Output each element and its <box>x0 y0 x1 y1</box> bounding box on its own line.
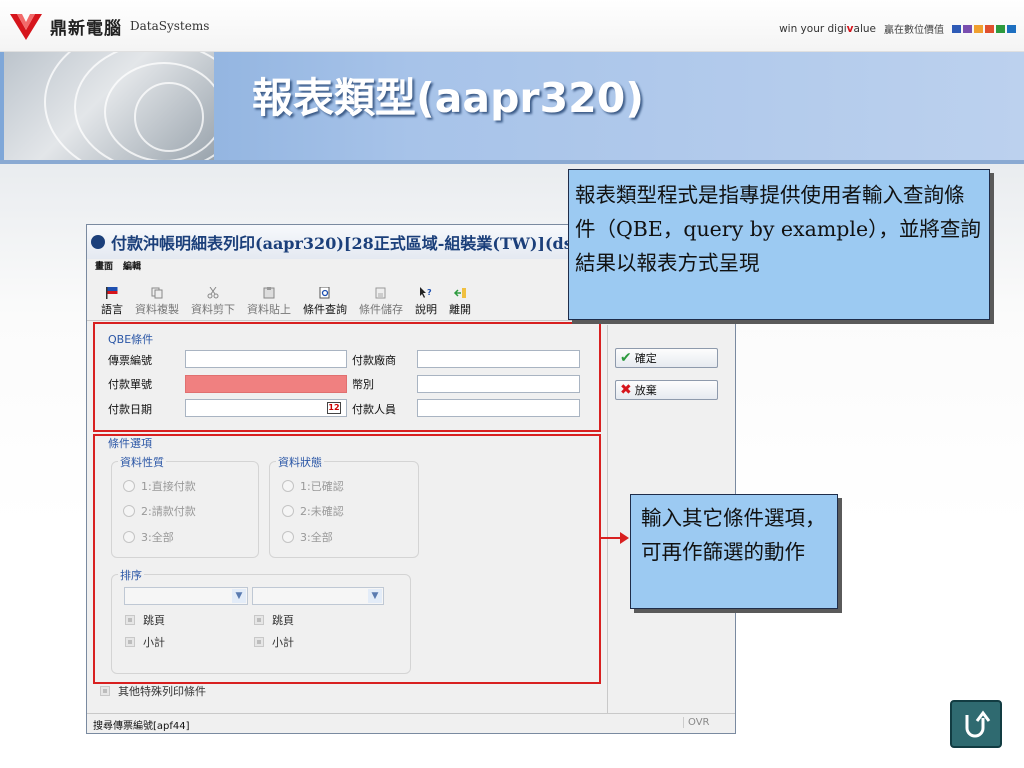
slide-header: 鼎新電腦 DataSystems win your digi v alue 贏在數位… <box>0 0 1024 52</box>
save-condition-icon <box>375 287 386 299</box>
callout-arrow-line <box>600 537 622 539</box>
help-icon: ? <box>420 287 432 298</box>
color-square-5 <box>1007 24 1016 33</box>
flag-icon <box>106 287 118 299</box>
cut-button[interactable]: 資料剪下 <box>185 287 241 320</box>
color-square-4 <box>996 24 1005 33</box>
v-logo-icon <box>10 14 42 40</box>
copy-icon <box>151 287 163 299</box>
company-logo: 鼎新電腦 DataSystems <box>8 8 209 44</box>
u-turn-icon <box>965 710 991 738</box>
query-icon <box>319 287 330 299</box>
qbe-explanation-callout: 報表類型程式是指專提供使用者輸入查詢條件（QBE，query by exampl… <box>568 169 990 320</box>
page-title: 報表類型(aapr320) <box>252 74 644 122</box>
options-explanation-callout: 輸入其它條件選項，可再作篩選的動作 <box>630 494 838 609</box>
color-square-1 <box>963 24 972 33</box>
brand-name-en: DataSystems <box>130 19 210 33</box>
brand-name-cn: 鼎新電腦 <box>50 18 122 39</box>
query-button[interactable]: 條件查詢 <box>297 287 353 320</box>
slogan-suffix: alue <box>853 22 876 35</box>
color-square-2 <box>974 24 983 33</box>
help-button[interactable]: ? 說明 <box>409 287 443 320</box>
color-square-3 <box>985 24 994 33</box>
ovr-indicator: OVR <box>683 717 709 728</box>
options-highlight-box <box>93 434 601 684</box>
exit-button[interactable]: 離開 <box>443 287 477 320</box>
cancel-button[interactable]: ✖ 放棄 <box>615 380 718 400</box>
scissors-icon <box>207 287 219 299</box>
special-print-checkbox[interactable]: 其他特殊列印條件 <box>100 683 206 699</box>
staircase-photo <box>4 52 214 160</box>
slogan-cn: 贏在數位價值 <box>884 25 944 36</box>
svg-text:?: ? <box>427 288 432 297</box>
slogan-prefix: win your digi <box>779 22 847 35</box>
paste-button[interactable]: 資料貼上 <box>241 287 297 320</box>
close-icon: ✖ <box>620 382 632 398</box>
button-panel-divider <box>607 325 608 713</box>
confirm-button[interactable]: ✔ 確定 <box>615 348 718 368</box>
color-squares <box>952 24 1016 33</box>
exit-icon <box>453 288 466 298</box>
status-bar: 搜尋傳票編號[apf44] OVR <box>87 713 735 733</box>
color-square-0 <box>952 24 961 33</box>
paste-icon <box>263 287 275 299</box>
check-icon: ✔ <box>620 350 632 366</box>
app-icon <box>91 235 105 249</box>
callout-arrow-head-icon <box>620 532 629 544</box>
slogan: win your digi v alue 贏在數位價值 <box>779 21 1016 36</box>
save-condition-button[interactable]: 條件儲存 <box>353 287 409 320</box>
title-banner: 報表類型(aapr320) <box>0 52 1024 160</box>
status-text: 搜尋傳票編號[apf44] <box>93 721 190 732</box>
window-title: 付款沖帳明細表列印(aapr320)[28正式區域-組裝業(TW)](ds <box>111 234 573 253</box>
language-button[interactable]: 語言 <box>95 287 129 320</box>
menu-screen[interactable]: 畫面 <box>95 259 113 273</box>
qbe-highlight-box <box>93 322 601 432</box>
copy-button[interactable]: 資料複製 <box>129 287 185 320</box>
back-button[interactable] <box>950 700 1002 748</box>
menu-edit[interactable]: 編輯 <box>123 259 141 273</box>
slogan-v: v <box>846 22 854 35</box>
